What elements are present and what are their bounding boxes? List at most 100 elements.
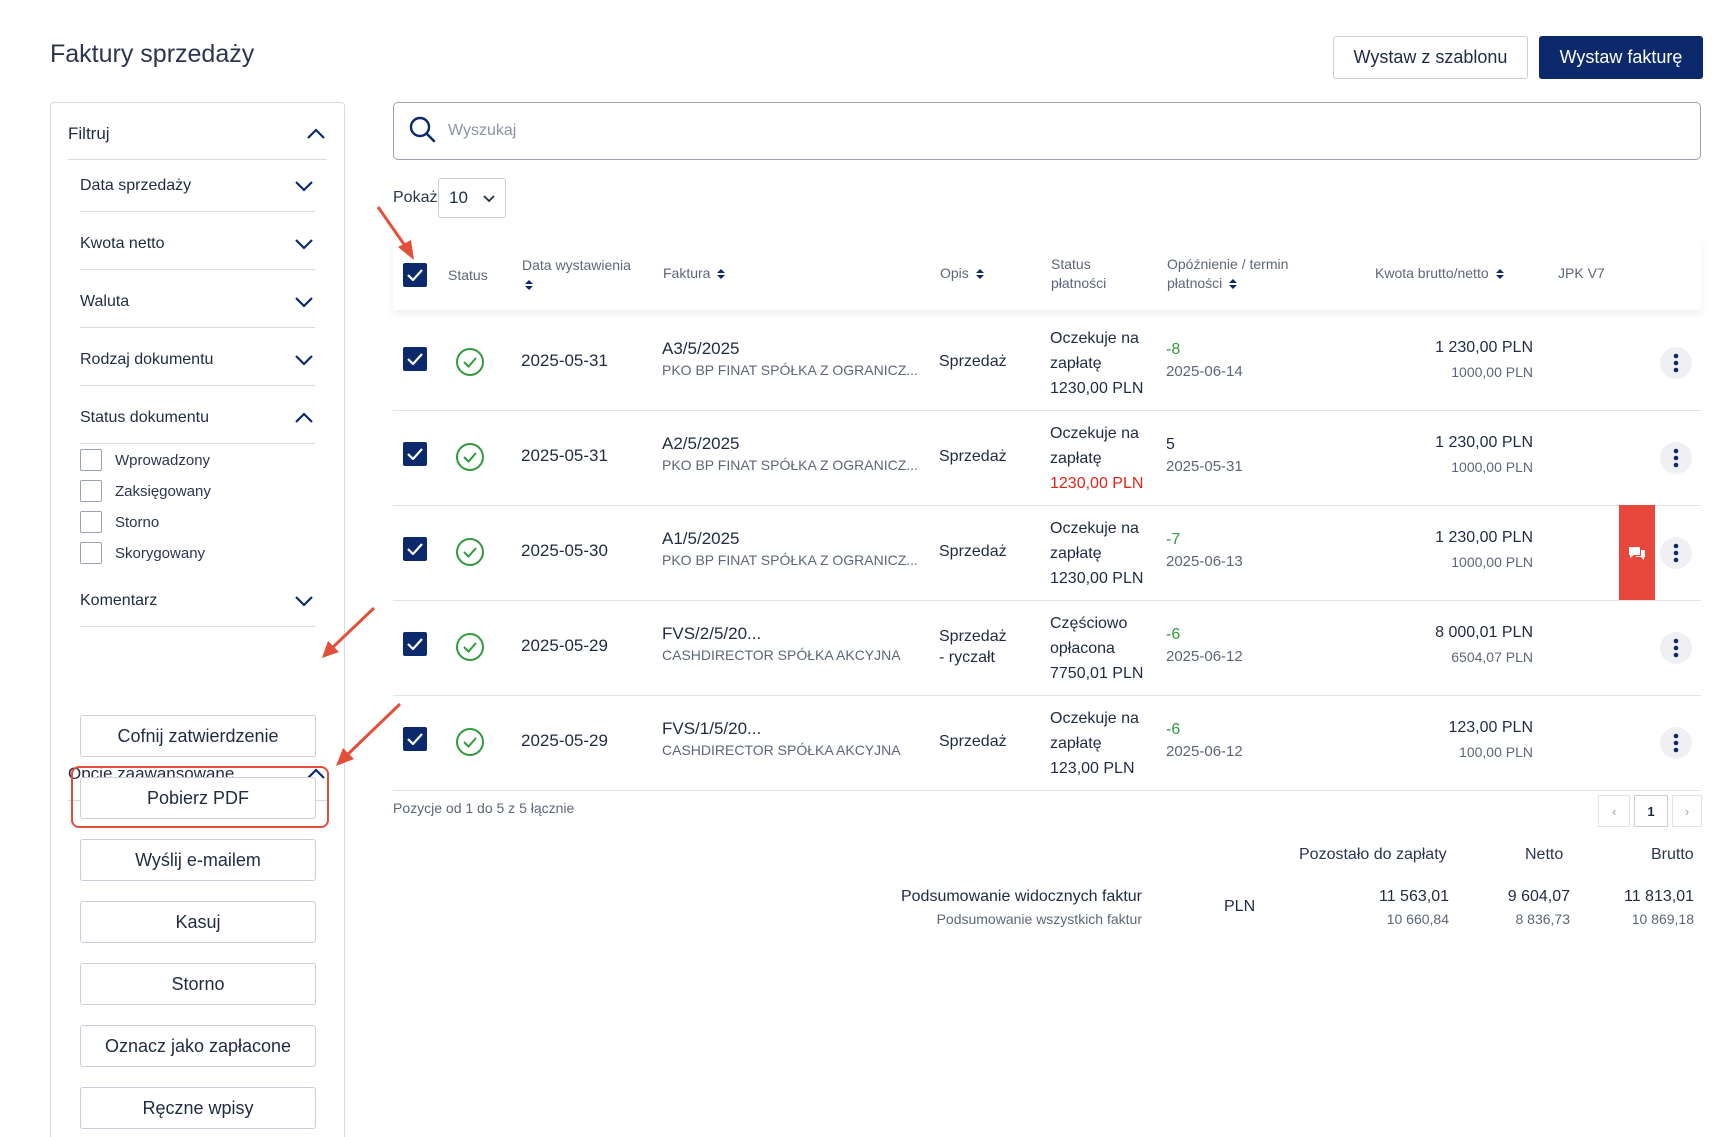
filter-header[interactable]: Filtruj [68, 108, 327, 160]
amount-cell: 1 230,00 PLN 1000,00 PLN [1393, 430, 1533, 478]
sort-icon[interactable] [1495, 269, 1504, 280]
invoice-cell[interactable]: FVS/2/5/20... CASHDIRECTOR SPÓŁKA AKCYJNA [662, 623, 901, 665]
delay-days: -8 [1166, 341, 1181, 358]
chevron-up-icon[interactable] [305, 123, 327, 145]
row-checkbox[interactable] [403, 727, 427, 751]
chevron-down-icon[interactable] [293, 175, 315, 197]
send-email-button[interactable]: Wyślij e-mailem [80, 839, 316, 881]
table-row[interactable]: 2025-05-31 A2/5/2025 PKO BP FINAT SPÓŁKA Z… [393, 411, 1701, 506]
issue-from-template-button[interactable]: Wystaw z szablonu [1333, 36, 1528, 79]
invoice-number[interactable]: FVS/2/5/20... [662, 623, 901, 645]
filter-currency[interactable]: Waluta [80, 276, 315, 328]
page-button[interactable]: 1 [1634, 795, 1668, 827]
column-delay[interactable]: Opóźnienie / termin płatności [1167, 255, 1288, 293]
comment-icon[interactable] [1619, 505, 1655, 600]
filter-net-amount[interactable]: Kwota netto [80, 218, 315, 270]
filter-document-status[interactable]: Status dokumentu [80, 392, 315, 444]
column-amount[interactable]: Kwota brutto/netto [1375, 264, 1504, 283]
column-status[interactable]: Status [448, 266, 488, 285]
more-options-icon[interactable] [1660, 442, 1692, 474]
sort-icon[interactable] [975, 269, 984, 280]
row-checkbox[interactable] [403, 442, 427, 466]
more-options-icon[interactable] [1660, 537, 1692, 569]
filter-sale-date[interactable]: Data sprzedaży [80, 160, 315, 212]
more-options-icon[interactable] [1660, 632, 1692, 664]
more-options-icon[interactable] [1660, 347, 1692, 379]
page-size-select[interactable]: 10 [438, 178, 506, 218]
invoice-number[interactable]: A1/5/2025 [662, 528, 918, 550]
filter-comment[interactable]: Komentarz [80, 575, 315, 627]
net-amount: 1000,00 PLN [1451, 554, 1533, 570]
description-line: Sprzedaż [939, 628, 1007, 645]
status-option-posted[interactable]: Zaksięgowany [80, 477, 211, 505]
annotation-arrow [336, 702, 402, 766]
filter-document-type[interactable]: Rodzaj dokumentu [80, 334, 315, 386]
chevron-down-icon [483, 188, 495, 208]
invoice-cell[interactable]: FVS/1/5/20... CASHDIRECTOR SPÓŁKA AKCYJNA [662, 718, 901, 760]
delay-days: 5 [1166, 436, 1175, 453]
invoice-number[interactable]: A2/5/2025 [662, 433, 918, 455]
invoice-cell[interactable]: A2/5/2025 PKO BP FINAT SPÓŁKA Z OGRANICZ.… [662, 433, 918, 475]
payment-amount: 123,00 PLN [1050, 760, 1135, 777]
prev-page-button[interactable]: ‹ [1598, 795, 1630, 827]
search-input[interactable] [448, 122, 1648, 140]
payment-status-line: opłacona [1050, 640, 1115, 657]
table-row[interactable]: 2025-05-29 FVS/2/5/20... CASHDIRECTOR SPÓŁ… [393, 601, 1701, 696]
gross-amount: 123,00 PLN [1448, 719, 1533, 736]
chevron-up-icon[interactable] [293, 407, 315, 429]
column-label: Opis [940, 265, 969, 281]
checkbox[interactable] [80, 449, 102, 471]
checkbox[interactable] [80, 542, 102, 564]
delay-days: -7 [1166, 531, 1181, 548]
sort-icon[interactable] [717, 269, 726, 280]
column-label: płatności [1167, 275, 1223, 291]
select-all-checkbox[interactable] [403, 263, 427, 287]
sort-icon[interactable] [1229, 279, 1238, 290]
chevron-down-icon[interactable] [293, 233, 315, 255]
storno-button[interactable]: Storno [80, 963, 316, 1005]
invoice-number[interactable]: FVS/1/5/20... [662, 718, 901, 740]
invoice-number[interactable]: A3/5/2025 [662, 338, 918, 360]
row-checkbox[interactable] [403, 537, 427, 561]
delete-button[interactable]: Kasuj [80, 901, 316, 943]
filter-label: Kwota netto [80, 234, 165, 252]
column-invoice[interactable]: Faktura [663, 264, 726, 283]
net-amount: 6504,07 PLN [1451, 649, 1533, 665]
manual-entries-button[interactable]: Ręczne wpisy [80, 1087, 316, 1129]
table-row[interactable]: 2025-05-31 A3/5/2025 PKO BP FINAT SPÓŁKA Z… [393, 316, 1701, 411]
status-option-corrected[interactable]: Skorygowany [80, 539, 205, 567]
mark-paid-button[interactable]: Oznacz jako zapłacone [80, 1025, 316, 1067]
column-jpk[interactable]: JPK V7 [1558, 264, 1605, 283]
client-name: CASHDIRECTOR SPÓŁKA AKCYJNA [662, 742, 901, 758]
more-options-icon[interactable] [1660, 727, 1692, 759]
payment-amount: 1230,00 PLN [1050, 570, 1144, 587]
status-option-storno[interactable]: Storno [80, 508, 159, 536]
payment-amount: 7750,01 PLN [1050, 665, 1144, 682]
invoice-cell[interactable]: A3/5/2025 PKO BP FINAT SPÓŁKA Z OGRANICZ.… [662, 338, 918, 380]
next-page-button[interactable]: › [1672, 795, 1702, 827]
issue-invoice-button[interactable]: Wystaw fakturę [1539, 36, 1703, 79]
table-row[interactable]: 2025-05-29 FVS/1/5/20... CASHDIRECTOR SPÓŁ… [393, 696, 1701, 791]
description-line: Sprzedaż [939, 733, 1007, 750]
amount-cell: 8 000,01 PLN 6504,07 PLN [1393, 620, 1533, 668]
column-issue-date[interactable]: Data wystawienia [522, 256, 631, 294]
chevron-down-icon[interactable] [293, 291, 315, 313]
due-date: 2025-06-12 [1166, 648, 1243, 665]
table-row[interactable]: 2025-05-30 A1/5/2025 PKO BP FINAT SPÓŁKA Z… [393, 505, 1701, 601]
column-description[interactable]: Opis [940, 264, 984, 283]
status-option-entered[interactable]: Wprowadzony [80, 446, 210, 474]
invoice-cell[interactable]: A1/5/2025 PKO BP FINAT SPÓŁKA Z OGRANICZ.… [662, 528, 918, 570]
checkbox[interactable] [80, 511, 102, 533]
row-checkbox[interactable] [403, 347, 427, 371]
row-checkbox[interactable] [403, 632, 427, 656]
undo-approval-button[interactable]: Cofnij zatwierdzenie [80, 715, 316, 757]
checkbox[interactable] [80, 480, 102, 502]
search-bar[interactable] [393, 102, 1701, 160]
chevron-down-icon[interactable] [293, 590, 315, 612]
amount-cell: 1 230,00 PLN 1000,00 PLN [1393, 525, 1533, 573]
filter-label: Data sprzedaży [80, 176, 192, 194]
column-payment-status[interactable]: Status płatności [1051, 255, 1106, 293]
chevron-down-icon[interactable] [293, 349, 315, 371]
sort-icon[interactable] [525, 280, 533, 291]
description: Sprzedaż [939, 351, 1007, 372]
